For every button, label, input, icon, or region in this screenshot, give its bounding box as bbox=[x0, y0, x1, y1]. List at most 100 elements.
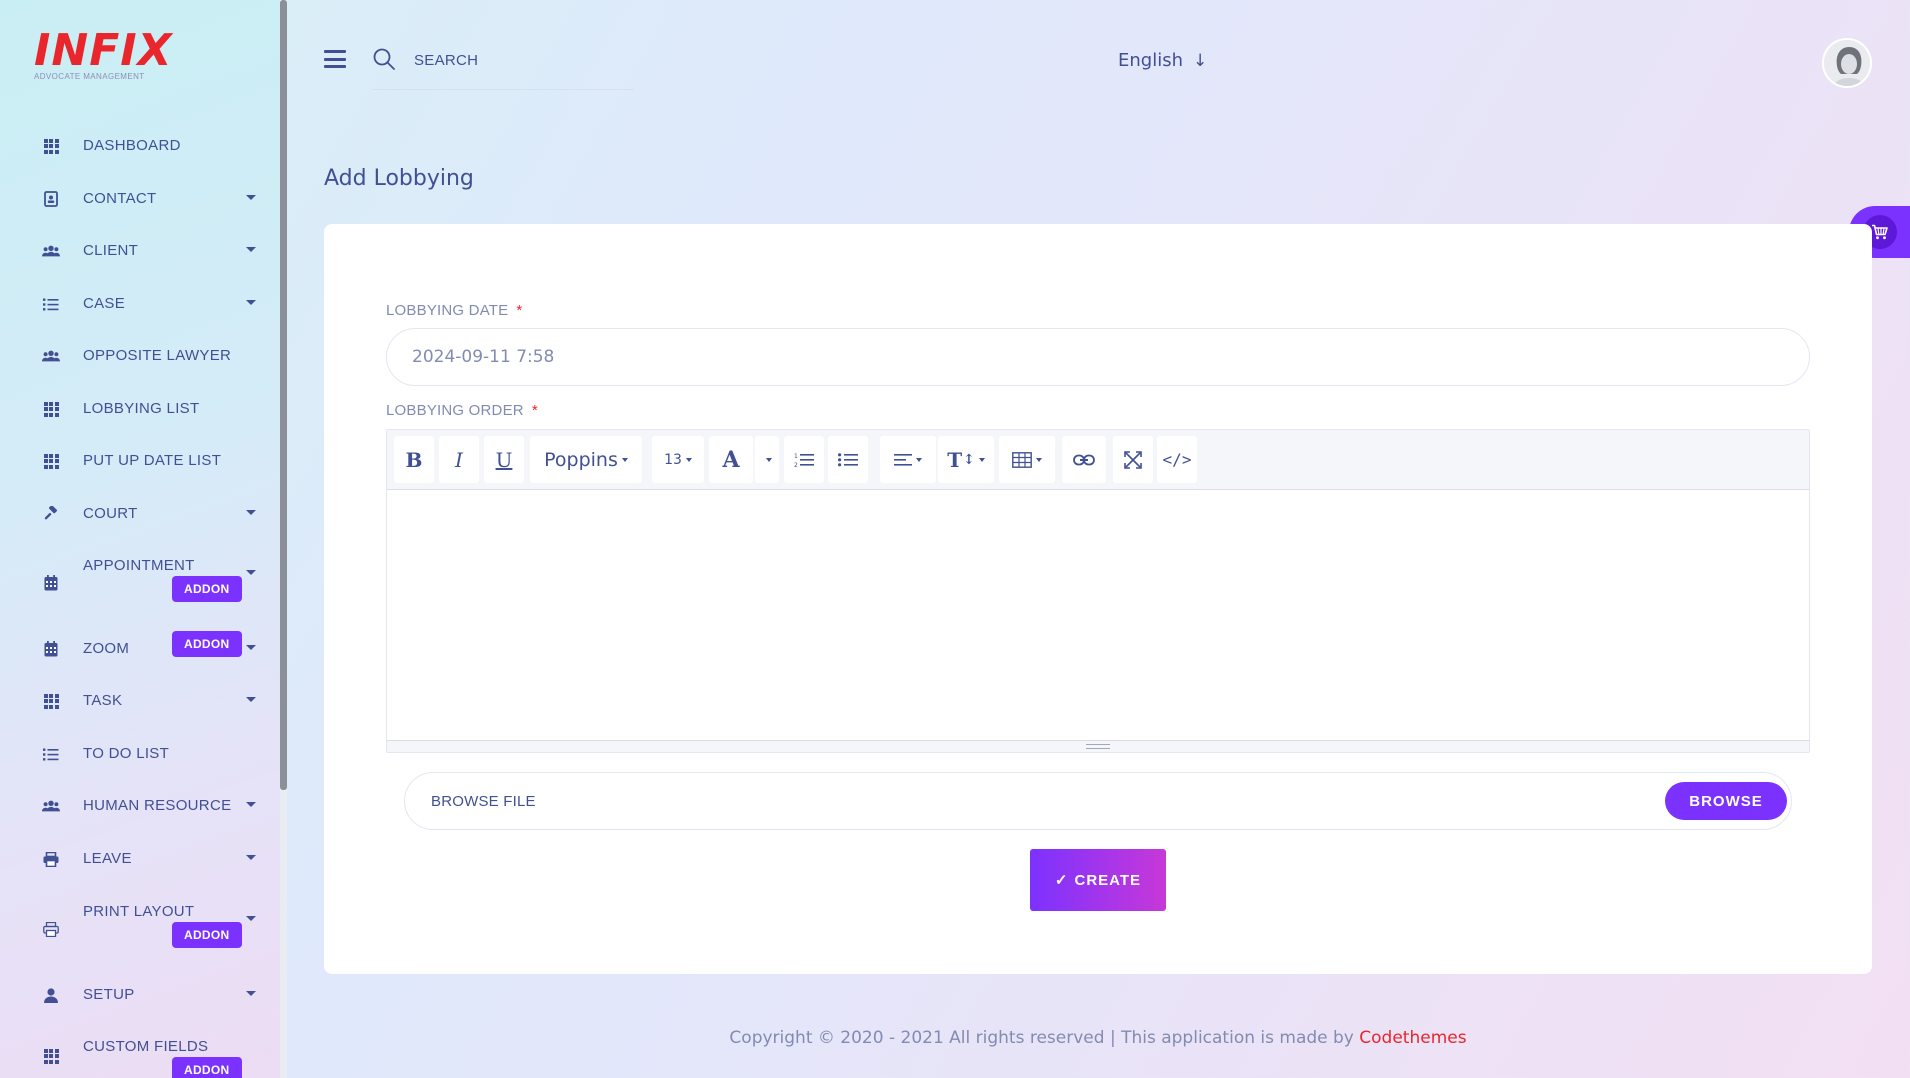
link-icon bbox=[1073, 454, 1095, 465]
sidebar-item-label: HUMAN RESOURCE bbox=[83, 797, 232, 814]
sidebar-item-label: SETUP bbox=[83, 986, 135, 1003]
grip-icon bbox=[1086, 744, 1110, 749]
fullscreen-button[interactable] bbox=[1113, 436, 1153, 483]
sidebar-item-label: TO DO LIST bbox=[83, 745, 170, 762]
sidebar-item-label: CASE bbox=[83, 295, 126, 312]
sidebar-item-label: CUSTOM FIELDS bbox=[83, 1038, 209, 1055]
avatar[interactable] bbox=[1822, 38, 1872, 88]
editor-content-area[interactable] bbox=[387, 490, 1809, 742]
sidebar-item-leave[interactable]: LEAVE bbox=[0, 843, 270, 883]
bullet-list-button[interactable] bbox=[828, 436, 868, 483]
chevron-down-icon bbox=[246, 697, 256, 702]
sidebar-scrollbar[interactable] bbox=[280, 0, 287, 1078]
sidebar-item-client[interactable]: CLIENT bbox=[0, 235, 270, 275]
hamburger-bar bbox=[324, 57, 346, 61]
font-color-button[interactable]: A bbox=[709, 436, 753, 483]
search-icon[interactable] bbox=[372, 47, 396, 75]
required-mark: * bbox=[516, 302, 523, 319]
grid-icon bbox=[42, 1048, 60, 1064]
sidebar-item-put-up-date-list[interactable]: PUT UP DATE LIST bbox=[0, 445, 270, 485]
underline-button[interactable]: U bbox=[484, 436, 524, 483]
italic-button[interactable]: I bbox=[439, 436, 479, 483]
logo-text: INFIX bbox=[34, 25, 173, 76]
grid-icon bbox=[42, 453, 60, 469]
users-icon bbox=[42, 243, 60, 259]
sidebar-item-label: ZOOM bbox=[83, 640, 130, 657]
code-view-button[interactable]: </> bbox=[1157, 436, 1197, 483]
font-size-dropdown[interactable]: 13 bbox=[652, 436, 704, 483]
font-family-dropdown[interactable]: Poppins bbox=[530, 436, 642, 483]
line-height-dropdown[interactable]: T ↕ bbox=[938, 436, 994, 483]
sidebar-item-case[interactable]: CASE bbox=[0, 288, 270, 328]
ordered-list-button[interactable]: 12 bbox=[784, 436, 824, 483]
language-selector[interactable]: English ↓ bbox=[1118, 50, 1207, 71]
paragraph-align-dropdown[interactable] bbox=[880, 436, 936, 483]
sidebar-item-appointment[interactable]: APPOINTMENT ADDON bbox=[0, 550, 270, 612]
sidebar-item-setup[interactable]: SETUP bbox=[0, 979, 270, 1019]
lobbying-date-input[interactable] bbox=[386, 328, 1810, 386]
chevron-down-icon bbox=[246, 195, 256, 200]
chevron-down-icon bbox=[916, 457, 922, 462]
table-dropdown[interactable] bbox=[999, 436, 1055, 483]
logo[interactable]: INFIX ADVOCATE MANAGEMENT bbox=[34, 28, 174, 86]
chevron-down-icon bbox=[621, 457, 628, 462]
expand-icon bbox=[1124, 450, 1142, 469]
menu-toggle-button[interactable] bbox=[324, 50, 346, 68]
sidebar-item-to-do-list[interactable]: TO DO LIST bbox=[0, 738, 270, 778]
copyright-text: Copyright © 2020 - 2021 All rights reser… bbox=[729, 1028, 1360, 1048]
sidebar-item-label: CLIENT bbox=[83, 242, 139, 259]
file-upload-field[interactable]: BROWSE FILE BROWSE bbox=[404, 772, 1792, 830]
link-button[interactable] bbox=[1062, 436, 1106, 483]
chevron-down-icon bbox=[246, 510, 256, 515]
editor-toolbar: B I U Poppins 13 A 12 T ↕ </> bbox=[387, 430, 1809, 490]
chevron-down-icon bbox=[246, 802, 256, 807]
align-left-icon bbox=[894, 453, 912, 466]
sidebar-item-custom-fields[interactable]: CUSTOM FIELDS ADDON bbox=[0, 1031, 270, 1078]
arrow-down-icon: ↓ bbox=[1193, 50, 1208, 71]
footer-brand-link[interactable]: Codethemes bbox=[1359, 1028, 1466, 1048]
lobbying-date-label: LOBBYING DATE * bbox=[386, 302, 523, 319]
create-button[interactable]: ✓ CREATE bbox=[1030, 849, 1166, 911]
list-icon bbox=[42, 296, 60, 312]
sidebar-item-court[interactable]: COURT bbox=[0, 498, 270, 538]
scrollbar-thumb[interactable] bbox=[280, 0, 287, 790]
users-icon bbox=[42, 798, 60, 814]
hamburger-bar bbox=[324, 65, 346, 68]
list-icon bbox=[42, 746, 60, 762]
chevron-down-icon bbox=[766, 457, 772, 462]
editor-resize-handle[interactable] bbox=[387, 740, 1809, 752]
chevron-down-icon bbox=[246, 300, 256, 305]
browse-button[interactable]: BROWSE bbox=[1665, 782, 1787, 820]
required-mark: * bbox=[531, 402, 538, 419]
sidebar-item-label: TASK bbox=[83, 692, 123, 709]
sidebar-item-label: LEAVE bbox=[83, 850, 132, 867]
sidebar-item-zoom[interactable]: ZOOM ADDON bbox=[0, 631, 270, 673]
sidebar-item-lobbying-list[interactable]: LOBBYING LIST bbox=[0, 393, 270, 433]
file-upload-placeholder: BROWSE FILE bbox=[431, 793, 536, 810]
sidebar-item-print-layout[interactable]: PRINT LAYOUT ADDON bbox=[0, 896, 270, 958]
language-label: English bbox=[1118, 50, 1183, 71]
sidebar-item-human-resource[interactable]: HUMAN RESOURCE bbox=[0, 790, 270, 830]
sidebar-item-dashboard[interactable]: DASHBOARD bbox=[0, 130, 270, 170]
chevron-down-icon bbox=[1036, 457, 1042, 462]
search-bar bbox=[372, 44, 634, 90]
chevron-down-icon bbox=[246, 570, 256, 575]
sidebar-item-label: DASHBOARD bbox=[83, 137, 181, 154]
addon-badge: ADDON bbox=[172, 922, 242, 948]
search-input[interactable] bbox=[414, 48, 624, 72]
sidebar-item-opposite-lawyer[interactable]: OPPOSITE LAWYER bbox=[0, 340, 270, 380]
calendar-icon bbox=[42, 575, 60, 591]
font-color-dropdown[interactable] bbox=[755, 436, 779, 483]
page-title: Add Lobbying bbox=[324, 166, 474, 191]
bullet-list-icon bbox=[838, 452, 858, 466]
table-icon bbox=[1012, 451, 1032, 468]
chevron-down-icon bbox=[246, 247, 256, 252]
create-button-label: CREATE bbox=[1074, 871, 1142, 889]
bold-button[interactable]: B bbox=[394, 436, 434, 483]
sidebar-item-label: CONTACT bbox=[83, 190, 157, 207]
sidebar-item-task[interactable]: TASK bbox=[0, 685, 270, 725]
gavel-icon bbox=[42, 506, 60, 522]
contact-book-icon bbox=[42, 191, 60, 207]
grid-icon bbox=[42, 401, 60, 417]
sidebar-item-contact[interactable]: CONTACT bbox=[0, 183, 270, 223]
